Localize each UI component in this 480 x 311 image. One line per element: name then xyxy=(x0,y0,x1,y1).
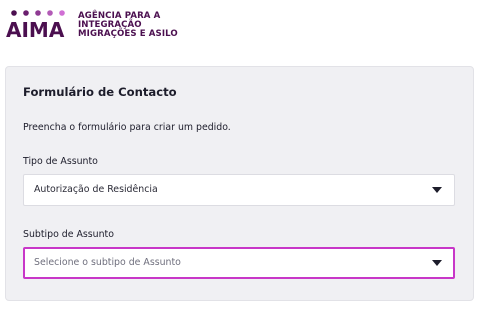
aima-logo-mark: AIMA xyxy=(6,10,65,42)
subtipo-assunto-placeholder: Selecione o subtipo de Assunto xyxy=(34,257,181,268)
tipo-assunto-label: Tipo de Assunto xyxy=(23,156,98,167)
aima-tagline-line-3: MIGRAÇÕES E ASILO xyxy=(78,29,178,39)
chevron-down-icon xyxy=(432,187,442,193)
site-header: AIMA AGÊNCIA PARA A INTEGRAÇÃO MIGRAÇÕES… xyxy=(0,0,480,60)
form-title: Formulário de Contacto xyxy=(23,85,177,99)
form-description: Preencha o formulário para criar um pedi… xyxy=(23,122,231,133)
svg-text:AIMA: AIMA xyxy=(6,18,65,42)
contact-form-card: Formulário de Contacto Preencha o formul… xyxy=(5,66,474,301)
subtipo-assunto-label: Subtipo de Assunto xyxy=(23,229,114,240)
aima-logo[interactable]: AIMA AGÊNCIA PARA A INTEGRAÇÃO MIGRAÇÕES… xyxy=(6,8,206,48)
chevron-down-icon xyxy=(432,260,442,266)
tipo-assunto-value: Autorização de Residência xyxy=(34,184,158,195)
subtipo-assunto-select[interactable]: Selecione o subtipo de Assunto xyxy=(23,247,455,279)
tipo-assunto-select[interactable]: Autorização de Residência xyxy=(23,174,455,206)
aima-logo-tagline: AGÊNCIA PARA A INTEGRAÇÃO MIGRAÇÕES E AS… xyxy=(78,12,178,39)
